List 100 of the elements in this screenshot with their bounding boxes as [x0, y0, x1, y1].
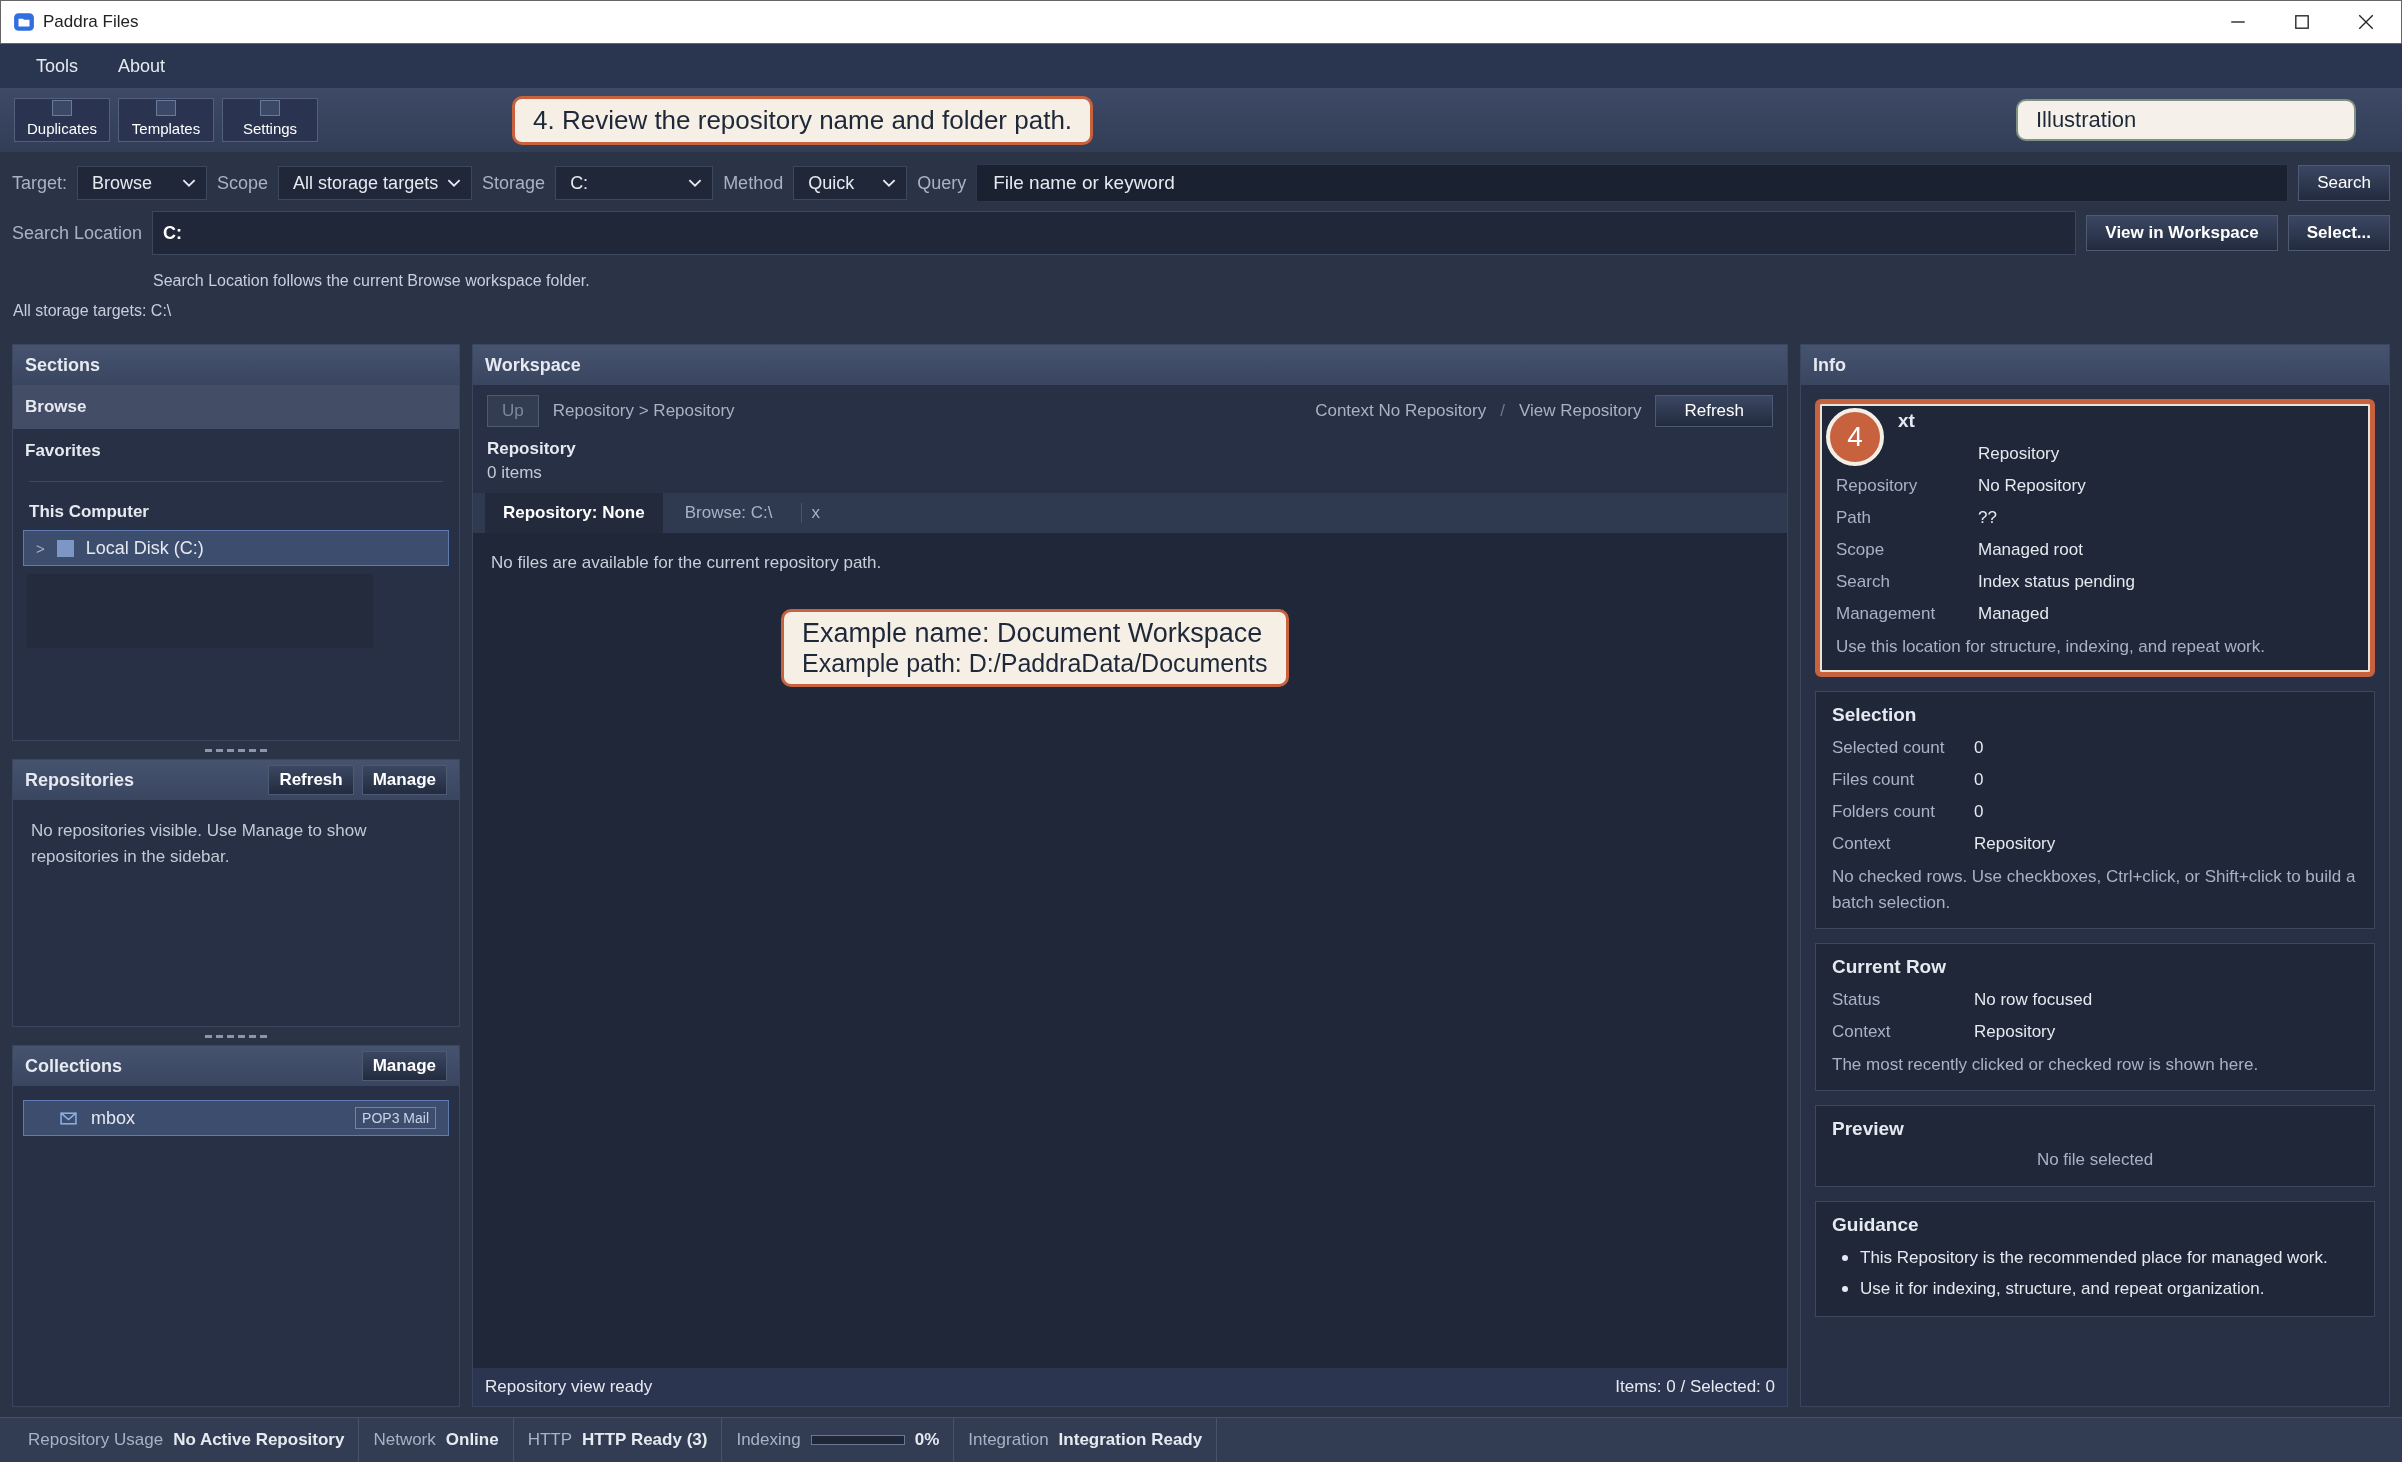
example-callout: Example name: Document Workspace Example path: D:/PaddraData/Documents — [781, 609, 1289, 687]
field-value: No Repository — [1978, 476, 2086, 496]
envelope-icon — [60, 1111, 77, 1125]
filter-dropdown[interactable]: All storage targets — [278, 166, 473, 200]
chevron-down-icon — [688, 178, 703, 188]
refresh-button[interactable]: Refresh — [1655, 395, 1773, 427]
filter-dropdown[interactable]: Quick — [793, 166, 908, 200]
menu-item[interactable]: Tools — [20, 55, 103, 77]
status-label: Repository Usage — [28, 1430, 164, 1450]
workspace-heading: Repository — [486, 438, 577, 459]
field-value: No row focused — [1974, 990, 2093, 1010]
status-label: Integration — [968, 1430, 1049, 1450]
card-title: Selection — [1832, 704, 1918, 726]
close-tab-button[interactable]: x — [800, 503, 831, 523]
card-title: Current Row — [1832, 956, 1947, 978]
status-value: Online — [445, 1430, 499, 1450]
field-label: Status — [1832, 990, 1882, 1010]
field-value: Repository — [1974, 834, 2056, 854]
card-note: The most recently clicked or checked row is shown here. — [1832, 1054, 2260, 1076]
location-hint: Search Location follows the current Browse workspace folder. — [152, 271, 591, 290]
folder-icon — [13, 11, 35, 33]
collection-tag: POP3 Mail — [355, 1107, 436, 1129]
filter-dropdown[interactable]: C: — [555, 166, 714, 200]
bullet-icon — [1842, 1254, 1848, 1261]
field-label: Context — [1832, 834, 1892, 854]
selection-count: Items: 0 / Selected: 0 — [1615, 1377, 1775, 1397]
field-value: Repository — [1974, 1022, 2056, 1042]
search-button[interactable]: Search — [2298, 165, 2390, 201]
status-text: Repository view ready — [485, 1377, 653, 1397]
empty-message: No repositories visible. Use Manage to show repositories in the sidebar. — [30, 820, 368, 868]
location-field[interactable]: C: — [152, 211, 2077, 255]
collection-item[interactable]: mbox POP3 Mail — [23, 1100, 449, 1136]
view-link[interactable]: View Repository — [1518, 401, 1642, 421]
card-title: Guidance — [1832, 1214, 1920, 1236]
field-value: ?? — [1978, 508, 1997, 528]
field-label: Context — [1832, 1022, 1892, 1042]
guidance-item: Use it for indexing, structure, and repeat organization. — [1842, 1273, 2358, 1304]
tree-item[interactable]: > Local Disk (C:) — [23, 530, 449, 566]
field-label: Management — [1836, 604, 1937, 624]
status-label: Network — [373, 1430, 436, 1450]
panel-title: Repositories — [25, 769, 135, 791]
workspace-tab[interactable]: Browse: C:\ — [666, 493, 791, 533]
separator: / — [1500, 401, 1505, 421]
field-label: Search — [1836, 572, 1891, 592]
card-note: Use this location for structure, indexing, and repeat work. — [1836, 636, 2266, 658]
step-badge: 4 — [1826, 408, 1884, 466]
illustration-label: Illustration — [2016, 99, 2356, 141]
section-item[interactable]: Favorites — [13, 429, 459, 473]
status-label: HTTP — [527, 1430, 573, 1450]
group-heading: This Computer — [28, 501, 150, 523]
maximize-icon[interactable] — [2293, 13, 2311, 31]
location-button[interactable]: Select... — [2287, 215, 2390, 251]
workspace-tab[interactable]: Repository: None — [485, 493, 663, 533]
chevron-down-icon — [182, 178, 197, 188]
drive-icon — [56, 539, 74, 557]
status-value: Integration Ready — [1058, 1430, 1203, 1450]
field-value: 0 — [1974, 802, 1984, 822]
status-value: HTTP Ready (3) — [582, 1430, 708, 1450]
card-message: No file selected — [2035, 1149, 2155, 1171]
card-title: Preview — [1832, 1118, 1905, 1140]
field-label: Files count — [1832, 770, 1916, 790]
status-value: 0% — [914, 1430, 940, 1450]
panel-button[interactable]: Manage — [361, 765, 447, 795]
menu-item[interactable]: About — [102, 55, 190, 77]
field-label: Folders count — [1832, 802, 1936, 822]
breadcrumb: Repository > Repository — [552, 401, 735, 421]
tree-label: Local Disk (C:) — [85, 537, 204, 559]
location-label: Search Location — [12, 222, 142, 244]
toolbar-button[interactable]: Templates — [118, 98, 214, 142]
bullet-icon — [1842, 1285, 1848, 1292]
field-value: 0 — [1974, 738, 1984, 758]
field-label: Selected count — [1832, 738, 1946, 758]
context-text: Context No Repository — [1315, 401, 1487, 421]
section-item[interactable]: Browse — [13, 385, 459, 429]
toolbar-button[interactable]: Settings — [222, 98, 318, 142]
expander-toggle[interactable]: > — [36, 539, 45, 557]
filter-dropdown[interactable]: Browse — [77, 166, 208, 200]
query-field[interactable]: File name or keyword — [976, 164, 2289, 202]
panel-button[interactable]: Refresh — [268, 765, 354, 795]
close-icon[interactable] — [2357, 13, 2375, 31]
chevron-down-icon — [882, 178, 897, 188]
field-value: Managed root — [1978, 540, 2083, 560]
card-title: xt — [1897, 410, 1916, 432]
filter-label: Target: — [12, 172, 68, 194]
filter-label: Storage — [482, 172, 546, 194]
chevron-down-icon — [447, 178, 462, 188]
field-value: Managed — [1978, 604, 2049, 624]
location-button[interactable]: View in Workspace — [2086, 215, 2278, 251]
empty-message: No files are available for the current repository path. — [491, 553, 882, 573]
panel-header: Sections — [13, 345, 459, 385]
toolbar-button[interactable]: Duplicates — [14, 98, 110, 142]
field-label: Repository — [1836, 476, 1919, 496]
field-value: Index status pending — [1978, 572, 2135, 592]
panel-header: Workspace — [473, 345, 1787, 385]
collection-label: mbox — [91, 1107, 135, 1129]
item-count: 0 items — [486, 462, 543, 484]
filter-label: Method — [723, 172, 784, 194]
panel-button[interactable]: Manage — [361, 1051, 447, 1081]
step-callout: 4. Review the repository name and folder path. — [512, 95, 1094, 145]
guidance-item: This Repository is the recommended place for managed work. — [1842, 1242, 2358, 1273]
